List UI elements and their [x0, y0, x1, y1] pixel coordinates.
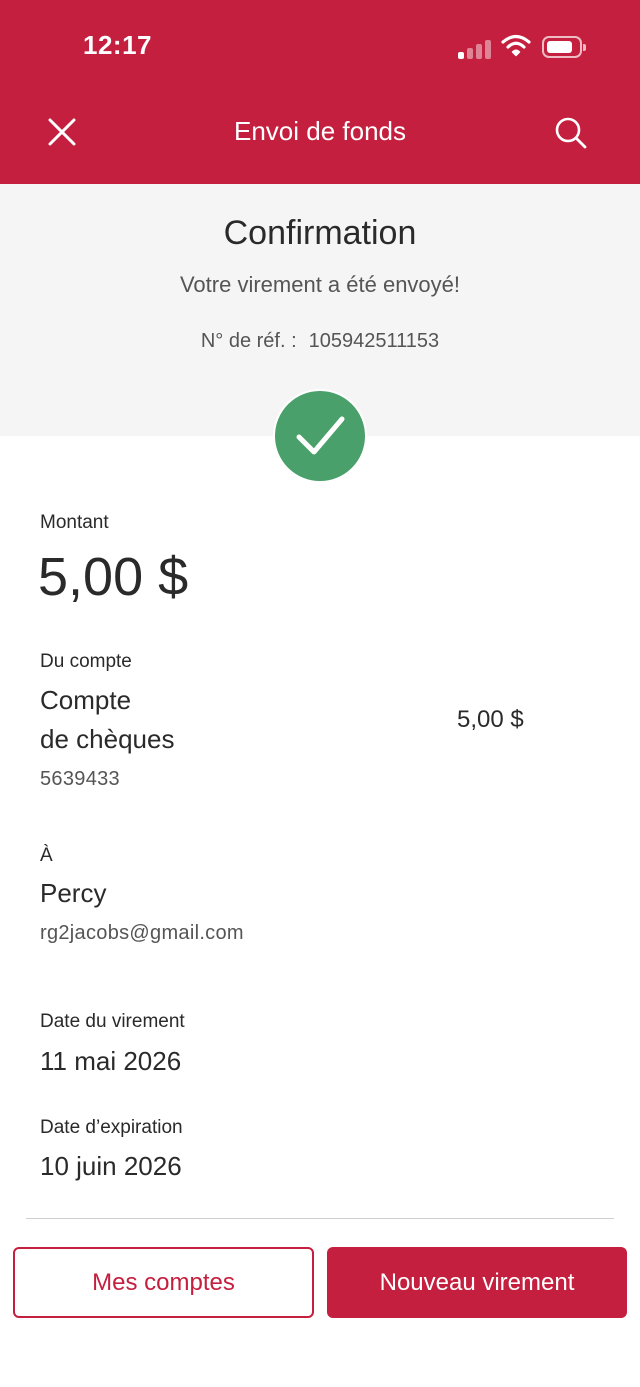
recipient-name: Percy [40, 878, 107, 908]
transfer-date-value: 11 mai 2026 [40, 1046, 182, 1076]
recipient-email: rg2jacobs@gmail.com [40, 922, 244, 944]
expiry-date-value: 10 juin 2026 [40, 1151, 182, 1181]
transfer-date-label: Date du virement [40, 1011, 185, 1032]
recipient-label: À [40, 845, 53, 866]
reference-number: 105942511153 [308, 330, 440, 352]
reference-line: N° de réf. : 105942511153 [0, 330, 640, 353]
check-icon [296, 416, 345, 455]
status-time: 12:17 [83, 30, 152, 60]
from-account-amount: 5,00 $ [457, 706, 524, 733]
new-transfer-button[interactable]: Nouveau virement [327, 1247, 627, 1318]
success-badge [273, 389, 367, 483]
battery-icon [542, 36, 586, 58]
reference-label: N° de réf. : [200, 330, 297, 352]
app-header: 12:17 Envoi de fonds [0, 0, 640, 184]
confirmation-title: Confirmation [223, 214, 417, 252]
search-icon [555, 117, 587, 149]
amount-value: 5,00 $ [38, 547, 189, 607]
page-title: Envoi de fonds [233, 116, 406, 146]
confirmation-message: Votre virement a été envoyé! [179, 272, 461, 297]
divider [26, 1218, 614, 1219]
search-button[interactable] [552, 114, 590, 152]
cellular-signal-icon [458, 37, 492, 59]
from-account-number: 5639433 [40, 768, 120, 790]
from-account-name-line2: de chèques [40, 724, 175, 754]
my-accounts-button[interactable]: Mes comptes [13, 1247, 314, 1318]
expiry-date-label: Date d’expiration [40, 1117, 183, 1138]
from-account-label: Du compte [40, 651, 132, 672]
wifi-icon [501, 34, 531, 57]
amount-label: Montant [40, 512, 109, 533]
from-account-name-line1: Compte [40, 685, 132, 715]
